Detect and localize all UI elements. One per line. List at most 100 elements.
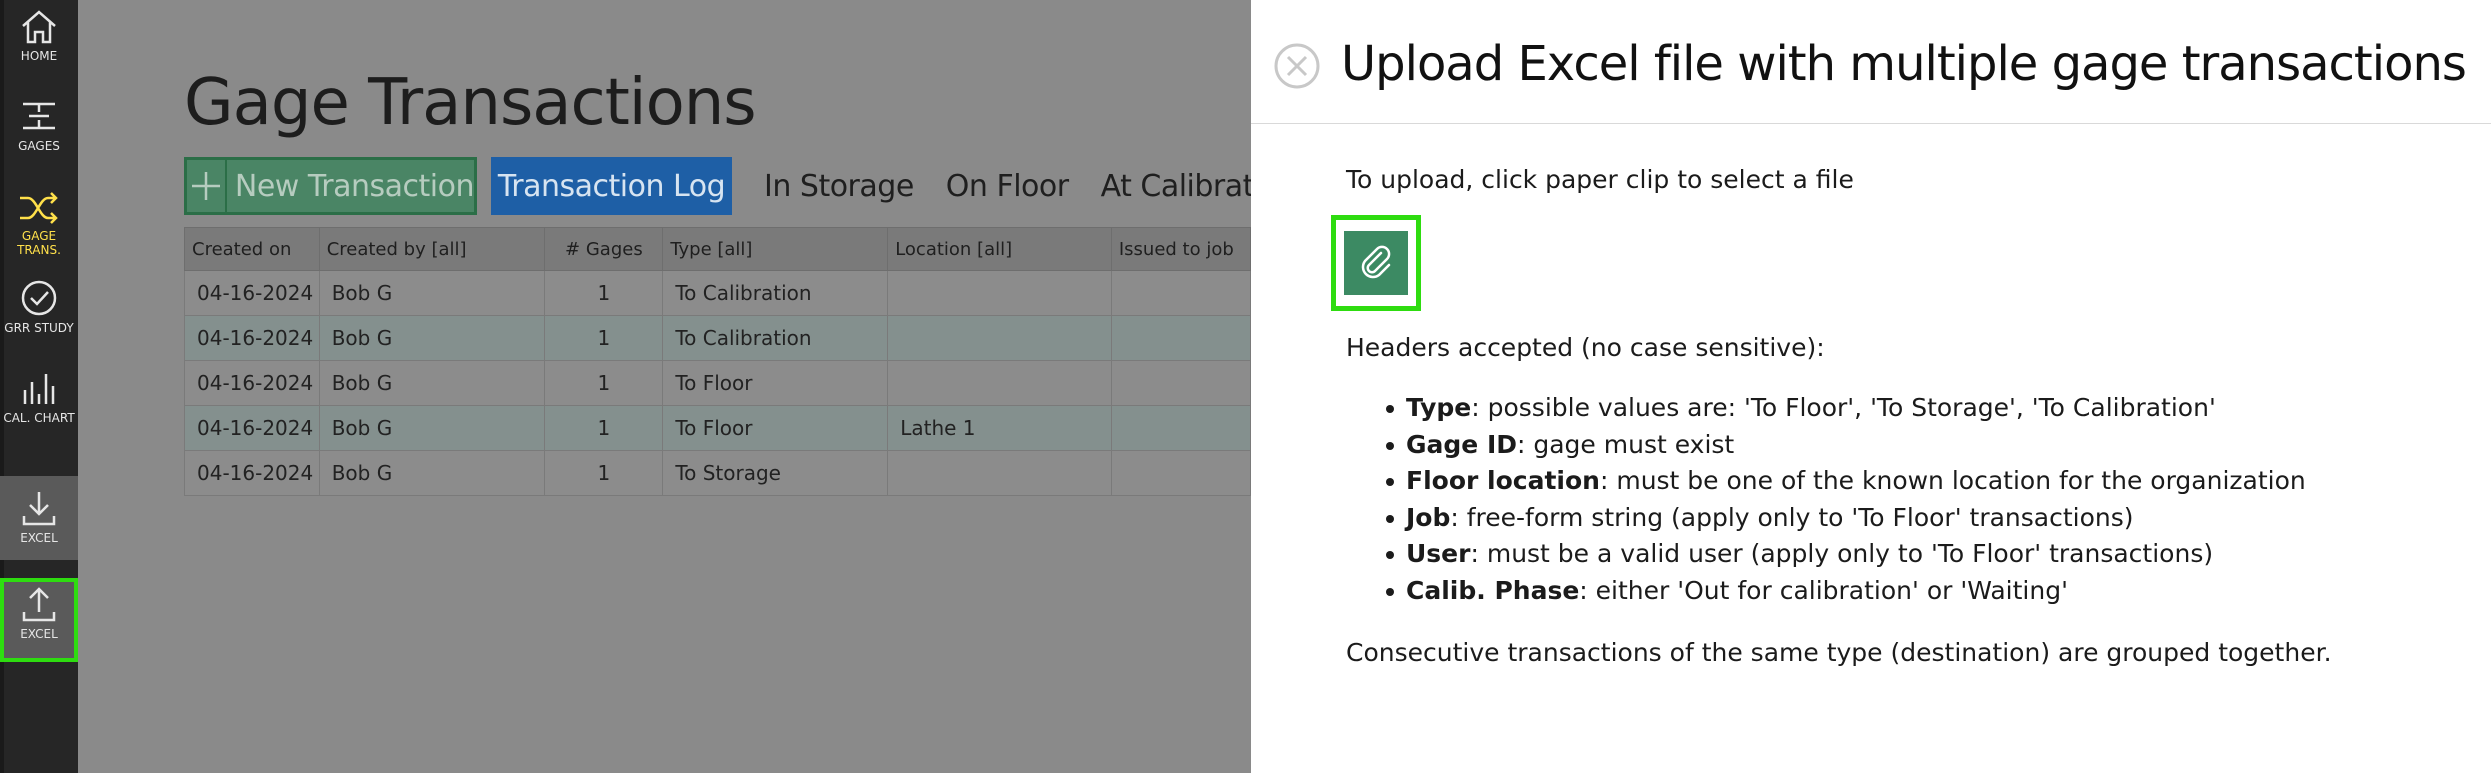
sidebar-item-grr-study[interactable]: GRR STUDY: [0, 278, 78, 338]
tab-on-floor[interactable]: On Floor: [946, 169, 1069, 204]
column-header-created-by[interactable]: Created by [all]: [318, 227, 546, 271]
table-row[interactable]: 04-16-2024 Bob G 1 To Floor Lathe 1: [184, 405, 1251, 451]
new-transaction-button[interactable]: New Transaction: [184, 157, 477, 215]
cell-type: To Calibration: [662, 315, 889, 361]
sidebar-item-label: EXCEL: [20, 627, 58, 641]
panel-title: Upload Excel file with multiple gage tra…: [1341, 36, 2467, 92]
column-header-location[interactable]: Location [all]: [887, 227, 1112, 271]
upload-panel: Upload Excel file with multiple gage tra…: [1251, 0, 2491, 773]
cell-created-on: 04-16-2024: [184, 270, 320, 316]
sidebar-item-label: EXCEL: [20, 531, 58, 545]
upload-instruction: To upload, click paper clip to select a …: [1346, 165, 1854, 194]
cell-location: [887, 360, 1112, 406]
cell-gages: 1: [544, 450, 664, 496]
header-description: : must be a valid user (apply only to 'T…: [1470, 539, 2214, 568]
page-title: Gage Transactions: [184, 66, 757, 140]
header-description: : possible values are: 'To Floor', 'To S…: [1471, 393, 2216, 422]
sidebar: HOME GAGES GAGE TRANS. GRR STUDY CAL. CH…: [0, 0, 78, 773]
cell-type: To Floor: [662, 360, 889, 406]
column-header-created-on[interactable]: Created on: [184, 227, 320, 271]
sidebar-item-gages[interactable]: GAGES: [0, 96, 78, 158]
list-item: User: must be a valid user (apply only t…: [1386, 539, 2306, 576]
list-item: Gage ID: gage must exist: [1386, 430, 2306, 467]
header-key: User: [1406, 539, 1471, 568]
new-transaction-label: New Transaction: [234, 168, 475, 204]
cell-created-on: 04-16-2024: [184, 360, 320, 406]
cell-issued-to-job: [1110, 270, 1251, 316]
cell-gages: 1: [544, 360, 664, 406]
sidebar-item-label: GAGES: [18, 139, 60, 153]
cell-issued-to-job: [1110, 450, 1251, 496]
gage-icon: [23, 102, 55, 130]
list-item: Job: free-form string (apply only to 'To…: [1386, 503, 2306, 540]
table-row[interactable]: 04-16-2024 Bob G 1 To Calibration: [184, 270, 1251, 316]
cell-location: [887, 315, 1112, 361]
main-content-overlay: Gage Transactions New Transaction Transa…: [78, 0, 1251, 773]
headers-list: Type: possible values are: 'To Floor', '…: [1386, 393, 2306, 612]
header-description: : free-form string (apply only to 'To Fl…: [1450, 502, 2134, 532]
column-header-issued-to-job[interactable]: Issued to job: [1110, 227, 1251, 271]
cell-created-on: 04-16-2024: [184, 405, 320, 451]
header-description: : must be one of the known location for …: [1599, 466, 2306, 495]
attach-file-button[interactable]: [1344, 231, 1408, 295]
cell-location: Lathe 1: [887, 405, 1112, 451]
sidebar-item-label: GAGE: [21, 229, 57, 243]
list-item: Calib. Phase: either 'Out for calibratio…: [1386, 576, 2306, 613]
grouping-note: Consecutive transactions of the same typ…: [1346, 638, 2332, 667]
tab-in-storage[interactable]: In Storage: [764, 169, 914, 204]
cell-created-by: Bob G: [318, 315, 546, 361]
cell-issued-to-job: [1110, 405, 1251, 451]
cell-created-by: Bob G: [318, 270, 546, 316]
plus-icon: [187, 160, 227, 212]
sidebar-item-label: HOME: [20, 49, 58, 63]
cell-issued-to-job: [1110, 360, 1251, 406]
upload-icon: [22, 587, 56, 622]
cell-type: To Floor: [662, 405, 889, 451]
bar-chart-icon: [23, 374, 55, 404]
tab-transaction-log[interactable]: Transaction Log: [491, 157, 732, 215]
header-key: Job: [1406, 502, 1451, 532]
cell-created-by: Bob G: [318, 360, 546, 406]
cell-created-on: 04-16-2024: [184, 450, 320, 496]
home-icon: [22, 10, 56, 44]
check-circle-icon: [21, 280, 57, 316]
panel-header: Upload Excel file with multiple gage tra…: [1251, 0, 2491, 124]
column-header-gages[interactable]: # Gages: [544, 227, 664, 271]
paperclip-icon: [1361, 245, 1391, 279]
cell-location: [887, 450, 1112, 496]
column-header-type[interactable]: Type [all]: [662, 227, 889, 271]
table-row[interactable]: 04-16-2024 Bob G 1 To Storage: [184, 450, 1251, 496]
header-description: : gage must exist: [1517, 429, 1735, 459]
cell-created-by: Bob G: [318, 405, 546, 451]
header-key: Type: [1406, 393, 1472, 422]
cell-created-on: 04-16-2024: [184, 315, 320, 361]
sidebar-item-label: TRANS.: [17, 243, 61, 257]
sidebar-item-gage-trans[interactable]: GAGE TRANS.: [0, 190, 78, 262]
cell-created-by: Bob G: [318, 450, 546, 496]
table-row[interactable]: 04-16-2024 Bob G 1 To Calibration: [184, 315, 1251, 361]
cell-gages: 1: [544, 405, 664, 451]
headers-accepted-label: Headers accepted (no case sensitive):: [1346, 333, 1825, 362]
transactions-table: Created on Created by [all] # Gages Type…: [184, 227, 1251, 496]
shuffle-icon: [20, 192, 58, 224]
cell-location: [887, 270, 1112, 316]
table-row[interactable]: 04-16-2024 Bob G 1 To Floor: [184, 360, 1251, 406]
table-header-row: Created on Created by [all] # Gages Type…: [184, 227, 1251, 271]
sidebar-item-excel-download[interactable]: EXCEL: [0, 476, 78, 560]
sidebar-item-home[interactable]: HOME: [0, 8, 78, 68]
header-key: Gage ID: [1406, 429, 1517, 459]
close-button[interactable]: [1273, 42, 1321, 90]
cell-gages: 1: [544, 315, 664, 361]
close-icon: [1274, 43, 1320, 89]
attach-file-highlight: [1331, 215, 1421, 311]
list-item: Floor location: must be one of the known…: [1386, 466, 2306, 503]
cell-type: To Calibration: [662, 270, 889, 316]
header-key: Floor location: [1406, 466, 1600, 495]
cell-issued-to-job: [1110, 315, 1251, 361]
cell-type: To Storage: [662, 450, 889, 496]
tab-at-calibration[interactable]: At Calibrat: [1101, 169, 1251, 204]
list-item: Type: possible values are: 'To Floor', '…: [1386, 393, 2306, 430]
sidebar-item-cal-chart[interactable]: CAL. CHART: [0, 368, 78, 428]
tab-bar: New Transaction Transaction Log In Stora…: [184, 157, 1251, 215]
sidebar-item-excel-upload[interactable]: EXCEL: [0, 578, 78, 662]
